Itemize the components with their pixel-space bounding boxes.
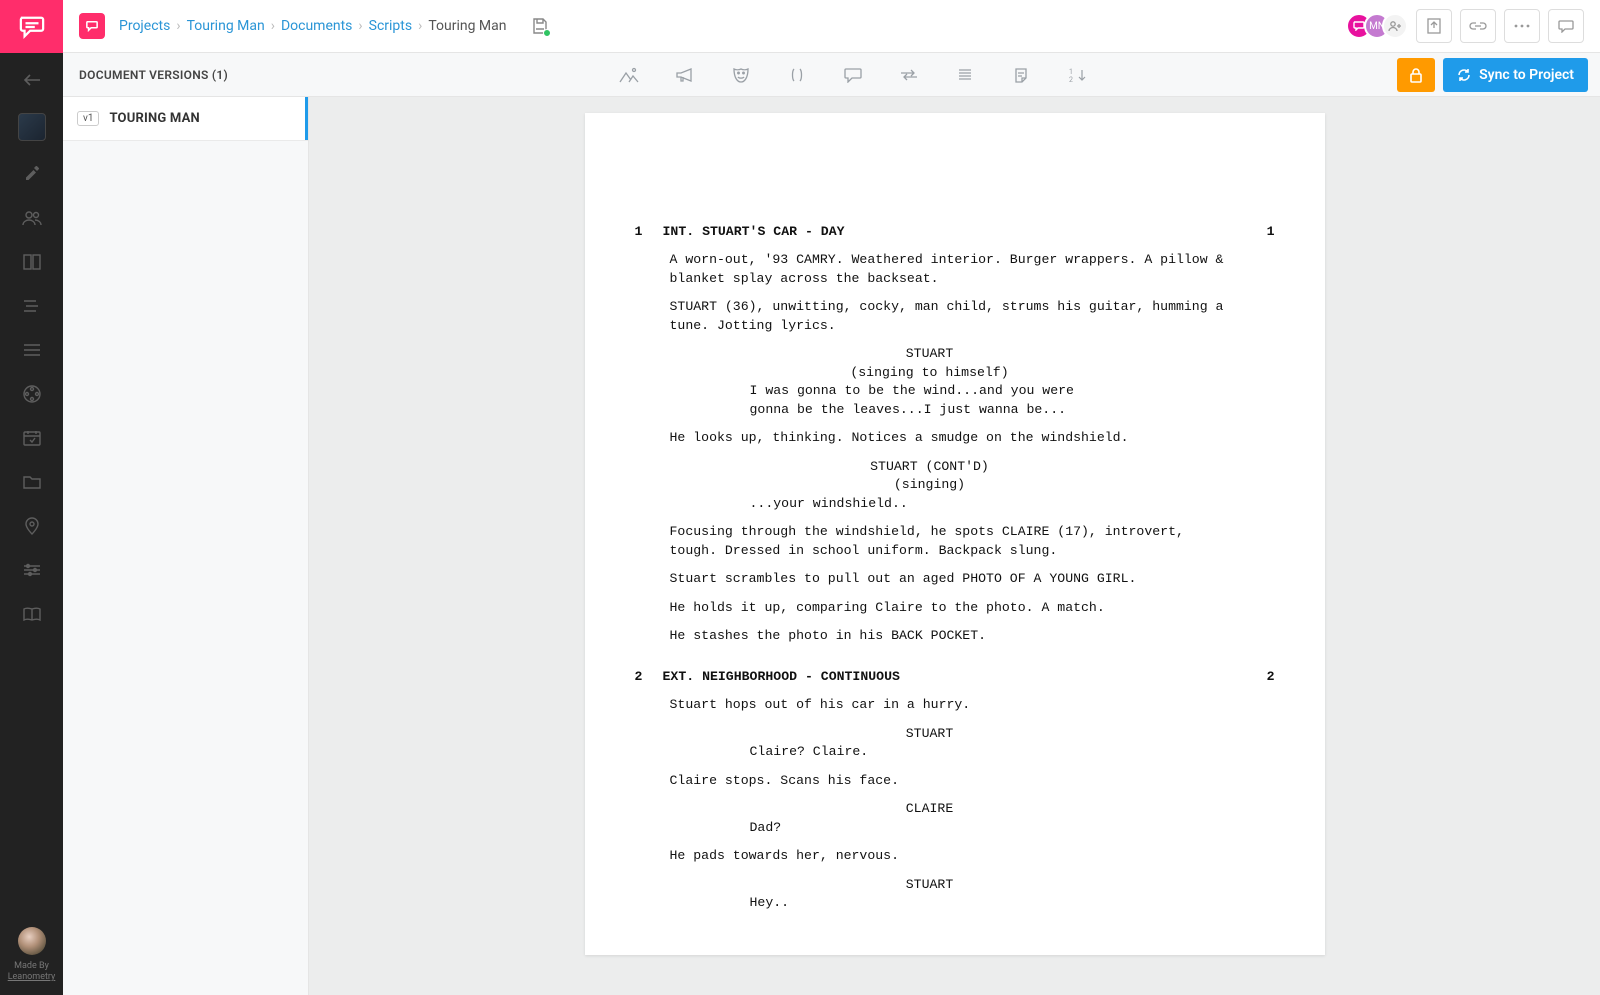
parenthetical-icon[interactable] (787, 65, 807, 85)
breadcrumb-link[interactable]: Projects (119, 18, 170, 34)
dialog-text: Claire? Claire. (750, 743, 1090, 761)
chat-button[interactable] (1548, 9, 1584, 43)
dialog-block[interactable]: STUARTClaire? Claire. (670, 725, 1275, 762)
versions-sidebar: v1 TOURING MAN (63, 97, 309, 995)
dialog-text: Hey.. (750, 894, 1090, 912)
left-nav-rail: Made By Leanometry (0, 0, 63, 995)
dialog-text: ...your windshield.. (750, 495, 1090, 513)
dialog-block[interactable]: STUART(singing to himself)I was gonna to… (670, 345, 1275, 419)
scene: 2EXT. NEIGHBORHOOD - CONTINUOUS2 Stuart h… (635, 668, 1275, 913)
list-icon[interactable] (21, 339, 43, 361)
lock-button[interactable] (1397, 58, 1435, 92)
mask-icon[interactable] (731, 65, 751, 85)
link-button[interactable] (1460, 9, 1496, 43)
paragraph-icon[interactable] (955, 65, 975, 85)
top-bar: Projects › Touring Man › Documents › Scr… (63, 0, 1600, 53)
version-title: TOURING MAN (109, 111, 199, 126)
sync-label: Sync to Project (1479, 67, 1574, 83)
sync-button[interactable]: Sync to Project (1443, 58, 1588, 92)
action-block[interactable]: Focusing through the windshield, he spot… (670, 523, 1230, 560)
breadcrumb-link[interactable]: Scripts (369, 18, 412, 34)
versions-title: DOCUMENT VERSIONS (1) (63, 68, 309, 82)
character-cue: STUART (800, 345, 1060, 363)
character-cue: CLAIRE (800, 800, 1060, 818)
people-icon[interactable] (21, 207, 43, 229)
footer-credit: Made By Leanometry (8, 961, 56, 983)
transition-icon[interactable] (899, 65, 919, 85)
strips-icon[interactable] (21, 295, 43, 317)
panels-icon[interactable] (21, 251, 43, 273)
save-status-icon (531, 17, 549, 35)
action-block[interactable]: Stuart scrambles to pull out an aged PHO… (670, 570, 1230, 588)
parenthetical: (singing to himself) (800, 364, 1060, 382)
dialog-block[interactable]: STUARTHey.. (670, 876, 1275, 913)
breadcrumb-chip-icon[interactable] (79, 13, 105, 39)
back-icon[interactable] (21, 69, 43, 91)
presence-avatars[interactable]: MN (1346, 13, 1408, 39)
location-pin-icon[interactable] (21, 515, 43, 537)
export-button[interactable] (1416, 9, 1452, 43)
breadcrumb: Projects › Touring Man › Documents › Scr… (119, 18, 507, 34)
character-cue: STUART (CONT'D) (800, 458, 1060, 476)
megaphone-icon[interactable] (675, 65, 695, 85)
action-block[interactable]: He looks up, thinking. Notices a smudge … (670, 429, 1230, 447)
calendar-icon[interactable] (21, 427, 43, 449)
character-cue: STUART (800, 876, 1060, 894)
numbering-icon[interactable]: 12 (1067, 65, 1087, 85)
app-logo[interactable] (0, 0, 63, 53)
svg-text:1: 1 (1069, 68, 1073, 76)
action-block[interactable]: STUART (36), unwitting, cocky, man child… (670, 298, 1230, 335)
scene-slug: INT. STUART'S CAR - DAY (663, 223, 1247, 241)
scene-number: 2 (635, 668, 663, 686)
action-block[interactable]: He pads towards her, nervous. (670, 847, 1230, 865)
scene-number: 2 (1247, 668, 1275, 686)
dialog-text: I was gonna to be the wind...and you wer… (750, 382, 1090, 419)
comment-icon[interactable] (843, 65, 863, 85)
user-avatar[interactable] (18, 927, 46, 955)
breadcrumb-link[interactable]: Documents (281, 18, 352, 34)
editor-toolbar: DOCUMENT VERSIONS (1) 12 Sync to Project (63, 53, 1600, 97)
dialog-block[interactable]: CLAIREDad? (670, 800, 1275, 837)
parenthetical: (singing) (800, 476, 1060, 494)
scene: 1INT. STUART'S CAR - DAY1 A worn-out, '93… (635, 223, 1275, 646)
action-block[interactable]: He holds it up, comparing Claire to the … (670, 599, 1230, 617)
character-cue: STUART (800, 725, 1060, 743)
breadcrumb-link[interactable]: Touring Man (187, 18, 265, 34)
script-page: 1INT. STUART'S CAR - DAY1 A worn-out, '93… (585, 113, 1325, 955)
project-thumb[interactable] (18, 113, 46, 141)
action-block[interactable]: Claire stops. Scans his face. (670, 772, 1230, 790)
scene-heading[interactable]: 1INT. STUART'S CAR - DAY1 (635, 223, 1275, 241)
edit-icon[interactable] (21, 163, 43, 185)
book-icon[interactable] (21, 603, 43, 625)
scene-slug: EXT. NEIGHBORHOOD - CONTINUOUS (663, 668, 1247, 686)
version-item[interactable]: v1 TOURING MAN (63, 97, 308, 141)
action-block[interactable]: He stashes the photo in his BACK POCKET. (670, 627, 1230, 645)
note-icon[interactable] (1011, 65, 1031, 85)
dialog-block[interactable]: STUART (CONT'D)(singing)...your windshie… (670, 458, 1275, 513)
scene-number: 1 (1247, 223, 1275, 241)
svg-text:2: 2 (1069, 76, 1073, 83)
sliders-icon[interactable] (21, 559, 43, 581)
more-button[interactable] (1504, 9, 1540, 43)
scene-heading[interactable]: 2EXT. NEIGHBORHOOD - CONTINUOUS2 (635, 668, 1275, 686)
reel-icon[interactable] (21, 383, 43, 405)
version-badge: v1 (77, 111, 99, 126)
action-block[interactable]: Stuart hops out of his car in a hurry. (670, 696, 1230, 714)
presence-add[interactable] (1382, 13, 1408, 39)
document-canvas[interactable]: 1INT. STUART'S CAR - DAY1 A worn-out, '93… (309, 97, 1600, 995)
scenery-icon[interactable] (619, 65, 639, 85)
action-block[interactable]: A worn-out, '93 CAMRY. Weathered interio… (670, 251, 1230, 288)
breadcrumb-current: Touring Man (428, 18, 506, 34)
folder-icon[interactable] (21, 471, 43, 493)
dialog-text: Dad? (750, 819, 1090, 837)
scene-number: 1 (635, 223, 663, 241)
